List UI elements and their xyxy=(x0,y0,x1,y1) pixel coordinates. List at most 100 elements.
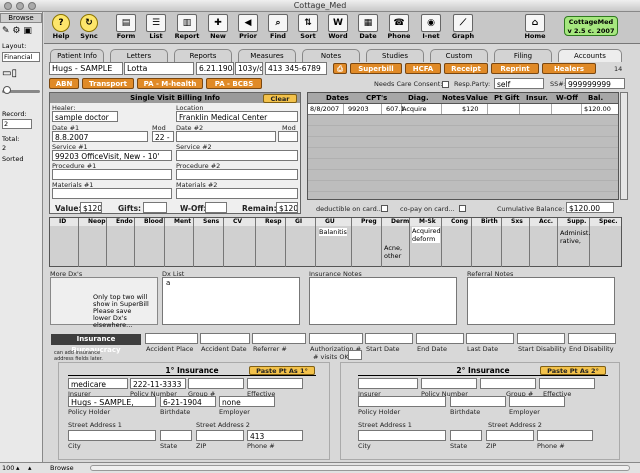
word-button[interactable]: W Word xyxy=(326,14,350,40)
sort-button[interactable]: ⇅ Sort xyxy=(296,14,320,40)
mod2-field[interactable] xyxy=(278,131,298,142)
pa-mhealth-button[interactable]: PA - M-health xyxy=(137,78,203,89)
form-button[interactable]: ▤ Form xyxy=(114,14,138,40)
referrer-field[interactable] xyxy=(252,333,306,344)
reprint-button[interactable]: Reprint xyxy=(491,63,539,74)
date1-field[interactable]: 8.8.2007 xyxy=(52,131,148,142)
record-slider-thumb[interactable] xyxy=(3,86,11,94)
phone-button[interactable]: ☎ Phone xyxy=(386,14,412,40)
accident-place-field[interactable] xyxy=(145,333,198,344)
service2-field[interactable] xyxy=(176,150,298,161)
zoom-window-icon[interactable] xyxy=(28,2,36,10)
ins2-holder-field[interactable] xyxy=(358,396,446,407)
table-row[interactable]: 8/8/2007 99203 607.1 Acquire $120 $120.0… xyxy=(308,104,618,115)
tab-measures[interactable]: Measures xyxy=(238,49,296,62)
ins1-employer-field[interactable]: none xyxy=(219,396,275,407)
dx-list-field[interactable]: a xyxy=(162,277,300,325)
service1-field[interactable]: 99203 OfficeVisit, New - 10' xyxy=(52,150,172,161)
patient-dob[interactable]: 6.21.1904 xyxy=(196,62,234,75)
dx-cat-birth[interactable]: Birth xyxy=(472,218,502,267)
ss-number-field[interactable]: 999999999 xyxy=(565,78,625,89)
ins1-holder-field[interactable]: Hugs - SAMPLE, xyxy=(68,396,156,407)
find-button[interactable]: ⌕ Find xyxy=(266,14,290,40)
ins1-effective-field[interactable] xyxy=(247,378,303,389)
close-window-icon[interactable] xyxy=(4,2,12,10)
tab-reports[interactable]: Reports xyxy=(174,49,232,62)
tab-custom[interactable]: Custom xyxy=(430,49,488,62)
dx-cat-spec[interactable]: Spec. xyxy=(590,218,621,267)
procedure1-field[interactable] xyxy=(52,169,172,180)
end-date-field[interactable] xyxy=(416,333,464,344)
tab-patient-info[interactable]: Patient Info xyxy=(50,49,104,62)
home-button[interactable]: ⌂ Home xyxy=(522,14,548,40)
dx-cat-endo[interactable]: Endo xyxy=(107,218,135,267)
zoom-in-icon[interactable]: ▴ xyxy=(28,463,32,473)
healer-field[interactable]: sample doctor xyxy=(52,111,118,122)
ins2-policy-field[interactable] xyxy=(421,378,477,389)
insurance-notes-field[interactable] xyxy=(309,277,457,325)
location-field[interactable]: Franklin Medical Center xyxy=(176,111,298,122)
receipt-button[interactable]: Receipt xyxy=(444,63,488,74)
resp-party-field[interactable]: self xyxy=(494,78,544,89)
dx-cat-preg[interactable]: Preg xyxy=(352,218,382,267)
visits-ok-field[interactable] xyxy=(348,350,362,360)
tab-filing[interactable]: Filing xyxy=(494,49,552,62)
hcfa-button[interactable]: HCFA xyxy=(405,63,441,74)
date2-field[interactable] xyxy=(176,131,276,142)
tab-studies[interactable]: Studies xyxy=(366,49,424,62)
ins1-state-field[interactable] xyxy=(160,430,192,441)
start-disability-field[interactable] xyxy=(517,333,565,344)
tab-accounts[interactable]: Accounts xyxy=(558,49,622,62)
ins2-effective-field[interactable] xyxy=(539,378,595,389)
ins2-state-field[interactable] xyxy=(450,430,482,441)
clear-button[interactable]: Clear xyxy=(263,94,297,103)
sync-button[interactable]: ↻ Sync xyxy=(78,14,100,40)
ins1-group-field[interactable] xyxy=(188,378,244,389)
ins2-city-field[interactable] xyxy=(358,430,446,441)
patient-last-name[interactable]: Hugs - SAMPLE xyxy=(49,62,123,75)
dx-cat-resp[interactable]: Resp xyxy=(256,218,286,267)
ins2-employer-field[interactable] xyxy=(509,396,565,407)
ins1-city-field[interactable] xyxy=(68,430,156,441)
dx-cat-acc[interactable]: Acc. xyxy=(530,218,558,267)
ins1-birthdate-field[interactable]: 6-21-1904 xyxy=(160,396,216,407)
start-date-field[interactable] xyxy=(365,333,413,344)
transport-button[interactable]: Transport xyxy=(82,78,134,89)
end-disability-field[interactable] xyxy=(568,333,616,344)
authorization-field[interactable] xyxy=(309,333,363,344)
ins2-phone-field[interactable] xyxy=(537,430,593,441)
dx-cat-cv[interactable]: CV xyxy=(224,218,256,267)
copay-checkbox[interactable] xyxy=(459,205,466,212)
dx-cat-gi[interactable]: GI xyxy=(286,218,316,267)
patient-phone[interactable]: 413 345-6789 xyxy=(265,62,327,75)
patient-first-name[interactable]: Lotta xyxy=(124,62,194,75)
prior-button[interactable]: ◀ Prior xyxy=(236,14,260,40)
mode-tools-icon[interactable]: ✎ ⚙ ▣ xyxy=(2,26,32,36)
dx-cat-sens[interactable]: Sens xyxy=(194,218,224,267)
layout-select[interactable]: Financial xyxy=(2,52,40,62)
superbill-button[interactable]: Superbill xyxy=(350,63,402,74)
ins1-insurer-field[interactable]: medicare xyxy=(68,378,128,389)
ins1-zip-field[interactable] xyxy=(196,430,244,441)
horizontal-scrollbar[interactable] xyxy=(90,465,630,471)
paste-pt-as-2-button[interactable]: Paste Pt As 2° xyxy=(540,366,606,375)
dx-cat-sxs[interactable]: Sxs xyxy=(502,218,530,267)
print-icon[interactable]: ⎙ xyxy=(333,63,347,74)
report-button[interactable]: ▥ Report xyxy=(174,14,200,40)
abn-button[interactable]: ABN xyxy=(49,78,79,89)
graph-button[interactable]: ⟋ Graph xyxy=(450,14,476,40)
ins2-group-field[interactable] xyxy=(480,378,536,389)
minimize-window-icon[interactable] xyxy=(16,2,24,10)
mod1-field[interactable]: 22 - xyxy=(152,131,174,142)
paste-pt-as-1-button[interactable]: Paste Pt As 1° xyxy=(249,366,315,375)
procedure2-field[interactable] xyxy=(176,169,298,180)
more-dx-area[interactable]: Only top two will show in SuperBill Plea… xyxy=(50,277,158,329)
dx-cat-msk[interactable]: M-Sk Acquired deform xyxy=(410,218,442,267)
dx-cat-neop[interactable]: Neop xyxy=(79,218,107,267)
dx-cat-gu[interactable]: GU Balanitis xyxy=(316,218,352,267)
help-button[interactable]: ? Help xyxy=(50,14,72,40)
ledger-scrollbar[interactable] xyxy=(620,92,628,200)
tab-letters[interactable]: Letters xyxy=(110,49,168,62)
woff-field[interactable] xyxy=(205,202,227,213)
record-number-input[interactable]: 2 xyxy=(2,119,32,129)
